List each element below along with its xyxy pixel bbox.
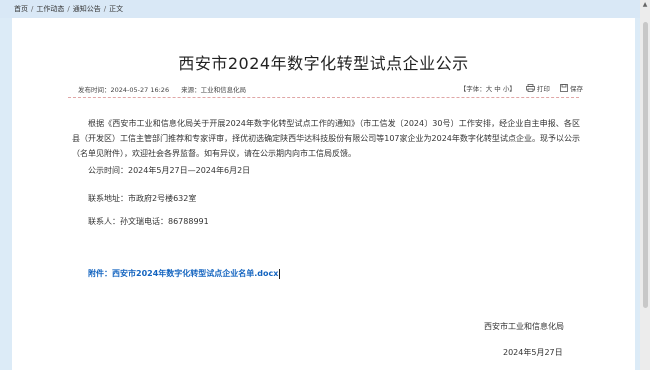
source-label: 来源： — [181, 86, 201, 94]
signature-date: 2024年5月27日 — [503, 348, 563, 357]
contact-address: 联系地址：市政府2号楼632室 — [88, 194, 197, 203]
article-meta: 发布时间：2024-05-27 16:26 来源：工业和信息化局 — [78, 84, 246, 94]
breadcrumb-current: 正文 — [109, 5, 124, 13]
signature-org: 西安市工业和信息化局 — [484, 322, 564, 331]
font-size-label: 【字体： — [459, 85, 486, 93]
font-large-button[interactable]: 大 — [486, 85, 493, 93]
source-value: 工业和信息化局 — [200, 86, 247, 94]
attachment-link[interactable]: 附件：西安市2024年数字化转型试点企业名单.docx — [88, 269, 278, 278]
contact-person: 联系人：孙文瑞电话：86788991 — [88, 217, 209, 226]
header-divider — [68, 97, 579, 98]
save-icon[interactable] — [560, 84, 568, 94]
breadcrumb-separator: / — [31, 5, 34, 13]
breadcrumb-home[interactable]: 首页 — [14, 5, 28, 13]
breadcrumb: 首页 / 工作动态 / 通知公告 / 正文 — [0, 0, 640, 18]
scrollbar-thumb[interactable] — [643, 22, 648, 308]
page-title: 西安市2024年数字化转型试点企业公示 — [178, 54, 469, 73]
save-button[interactable]: 保存 — [570, 85, 583, 93]
font-size-end: 】 — [509, 85, 516, 93]
font-medium-button[interactable]: 中 — [494, 85, 501, 93]
body-paragraph: 根据《西安市工业和信息化局关于开展2024年数字化转型试点工作的通知》（市工信发… — [72, 119, 580, 158]
published-label: 发布时间： — [78, 86, 111, 94]
text-cursor — [279, 268, 281, 279]
article-tools: 【字体：大 中 小】 打印 保存 — [460, 83, 583, 94]
breadcrumb-work-news[interactable]: 工作动态 — [36, 5, 64, 13]
scroll-up-icon[interactable]: ▲ — [640, 0, 650, 10]
published-value: 2024-05-27 16:26 — [110, 86, 170, 94]
print-button[interactable]: 打印 — [537, 85, 550, 93]
print-icon[interactable] — [526, 84, 535, 94]
breadcrumb-announcements[interactable]: 通知公告 — [73, 5, 101, 13]
breadcrumb-separator: / — [67, 5, 70, 13]
breadcrumb-separator: / — [103, 5, 107, 13]
article-card: 西安市2024年数字化转型试点企业公示 发布时间：2024-05-27 16:2… — [12, 18, 635, 370]
notice-period: 公示时间：2024年5月27日—2024年6月2日 — [88, 166, 251, 175]
attachment-link-row: 附件：西安市2024年数字化转型试点企业名单.docx — [88, 268, 281, 279]
